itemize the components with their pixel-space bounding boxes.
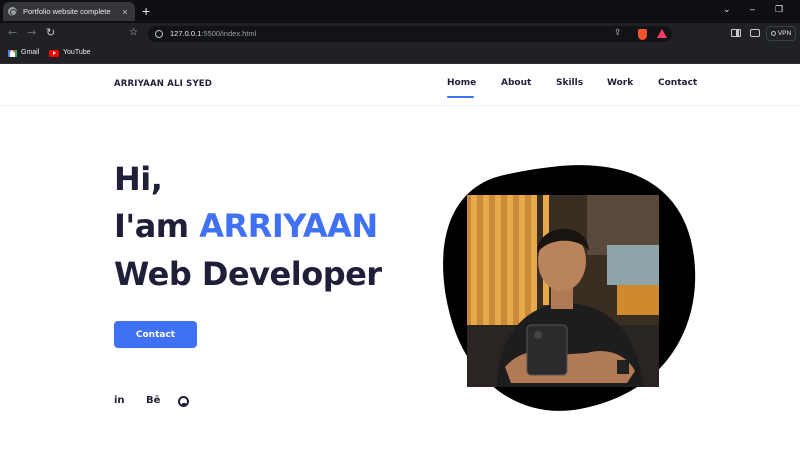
bookmark-gmail[interactable]: Gmail xyxy=(8,48,39,58)
active-nav-indicator xyxy=(447,96,474,98)
forward-button[interactable]: → xyxy=(27,26,36,40)
browser-tabstrip: Portfolio website complete × + ⌄ – ❐ xyxy=(0,0,800,23)
new-tab-button[interactable]: + xyxy=(142,3,150,19)
sidebar-toggle-icon[interactable] xyxy=(731,29,741,37)
hero-name: ARRIYAAN xyxy=(199,207,378,245)
vpn-icon xyxy=(770,31,776,36)
address-bar[interactable]: 127.0.0.1:5500/index.html ⇪ xyxy=(148,26,672,42)
bookmarks-bar: Gmail YouTube xyxy=(0,44,800,64)
nav-link-about[interactable]: About xyxy=(501,78,531,88)
site-logo[interactable]: ARRIYAAN ALI SYED xyxy=(114,79,212,89)
tab-title: Portfolio website complete xyxy=(23,7,111,16)
site-header: ARRIYAAN ALI SYED Home About Skills Work… xyxy=(0,64,800,106)
hero-greeting: Hi, xyxy=(114,160,163,198)
profile-photo-image xyxy=(467,195,659,387)
minimize-button[interactable]: – xyxy=(750,4,755,14)
url-path: :5500/index.html xyxy=(201,29,257,38)
site-info-icon[interactable] xyxy=(155,30,163,38)
globe-icon xyxy=(8,7,17,16)
reload-button[interactable]: ↻ xyxy=(46,26,55,40)
url-host: 127.0.0.1 xyxy=(170,29,202,38)
nav-link-contact[interactable]: Contact xyxy=(658,78,697,88)
brave-shield-icon[interactable] xyxy=(638,29,647,40)
nav-link-skills[interactable]: Skills xyxy=(556,78,583,88)
hero-name-line: I'am ARRIYAAN xyxy=(114,207,378,245)
linkedin-icon[interactable]: in xyxy=(114,395,125,407)
gmail-icon xyxy=(8,49,17,57)
contact-button[interactable]: Contact xyxy=(114,321,197,348)
bookmark-star-icon[interactable]: ☆ xyxy=(129,26,138,40)
back-button[interactable]: ← xyxy=(8,26,17,40)
brave-rewards-icon[interactable] xyxy=(657,29,667,38)
bookmark-label: YouTube xyxy=(63,49,91,56)
bookmark-youtube[interactable]: YouTube xyxy=(49,48,91,58)
vpn-button[interactable]: VPN xyxy=(766,26,796,41)
nav-link-home[interactable]: Home xyxy=(447,78,476,88)
github-icon[interactable] xyxy=(178,396,189,407)
browser-tab[interactable]: Portfolio website complete × xyxy=(3,2,135,21)
youtube-icon xyxy=(49,49,59,57)
tab-close-button[interactable]: × xyxy=(120,7,130,17)
bookmark-label: Gmail xyxy=(21,49,40,56)
profile-photo xyxy=(467,195,659,387)
wallet-icon[interactable] xyxy=(750,29,760,37)
behance-icon[interactable]: Bē xyxy=(146,395,160,407)
browser-toolbar: ← → ↻ ☆ 127.0.0.1:5500/index.html ⇪ VPN xyxy=(0,23,800,44)
hero-name-prefix: I'am xyxy=(114,207,200,245)
tab-search-chevron-icon[interactable]: ⌄ xyxy=(723,4,731,15)
url-text[interactable]: 127.0.0.1:5500/index.html xyxy=(170,28,256,40)
hero-role: Web Developer xyxy=(114,255,382,293)
page-viewport: ARRIYAAN ALI SYED Home About Skills Work… xyxy=(0,64,800,465)
share-icon[interactable]: ⇪ xyxy=(614,28,622,38)
vpn-label: VPN xyxy=(777,30,792,37)
restore-button[interactable]: ❐ xyxy=(775,4,783,15)
nav-link-work[interactable]: Work xyxy=(607,78,633,88)
